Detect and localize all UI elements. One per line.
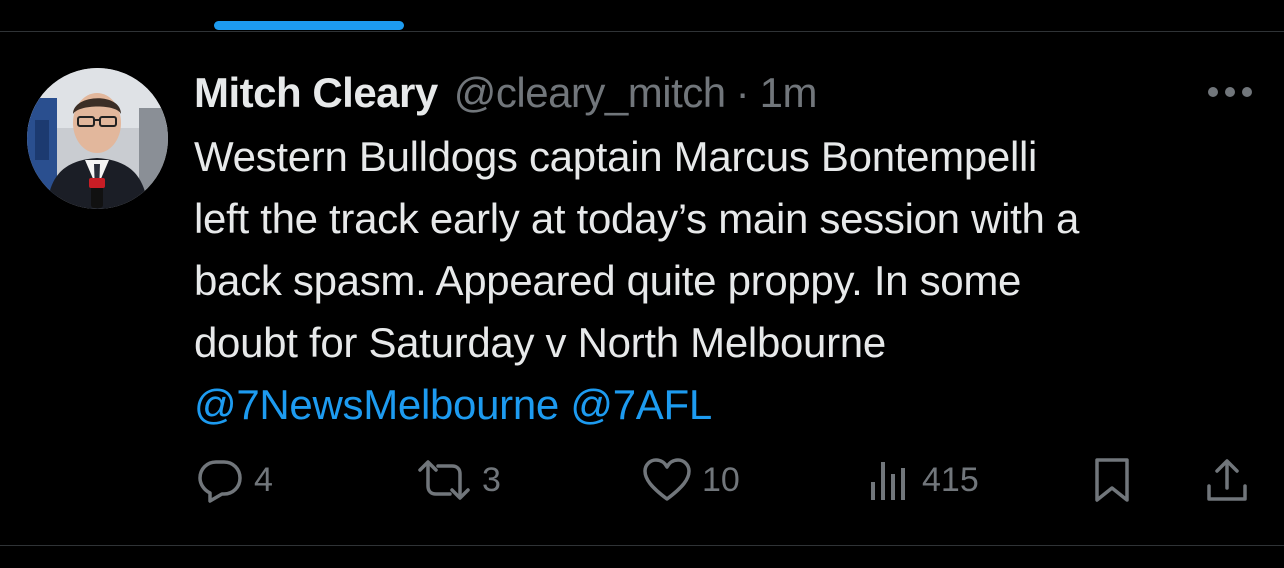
tweet-actions: 4 3 10 415: [0, 452, 1284, 508]
tweet-text-line: back spasm. Appeared quite proppy. In so…: [194, 257, 1022, 304]
header-separator: ·: [735, 69, 750, 116]
mention-separator: [559, 381, 570, 428]
heart-icon: [643, 458, 691, 501]
retweet-count: 3: [482, 460, 501, 499]
author-name[interactable]: Mitch Cleary: [194, 69, 438, 117]
more-options-button[interactable]: [1206, 84, 1254, 100]
tweet-mentions-line: @7NewsMelbourne @7AFL: [194, 374, 1264, 436]
like-count: 10: [702, 460, 740, 499]
share-icon: [1207, 459, 1247, 501]
share-button[interactable]: [1204, 452, 1250, 508]
more-dots-icon: [1208, 87, 1252, 97]
retweet-icon: [418, 460, 470, 500]
tweet-text-line: left the track early at today’s main ses…: [194, 195, 1080, 242]
views-button[interactable]: 415: [868, 452, 979, 508]
like-button[interactable]: 10: [642, 452, 740, 508]
bookmark-icon: [1095, 458, 1129, 502]
avatar-photo: [27, 68, 168, 209]
reply-button[interactable]: 4: [196, 452, 273, 508]
views-icon: [871, 462, 905, 500]
tweet-timestamp[interactable]: 1m: [760, 69, 818, 117]
tab-strip: [0, 0, 1284, 32]
mention-link-7newsmelbourne[interactable]: @7NewsMelbourne: [194, 381, 559, 428]
tweet-text-line: doubt for Saturday v North Melbourne: [194, 319, 886, 366]
author-handle[interactable]: @cleary_mitch: [454, 69, 726, 117]
mention-link-7afl[interactable]: @7AFL: [570, 381, 712, 428]
bookmark-button[interactable]: [1092, 452, 1132, 508]
views-count: 415: [922, 460, 979, 499]
retweet-button[interactable]: 3: [416, 452, 501, 508]
avatar[interactable]: [27, 68, 168, 209]
active-tab-indicator: [214, 21, 404, 30]
reply-icon: [198, 460, 242, 503]
tweet-header: Mitch Cleary @cleary_mitch · 1m: [194, 68, 817, 118]
tweet[interactable]: Mitch Cleary @cleary_mitch · 1m Western …: [0, 32, 1284, 546]
tweet-text: Western Bulldogs captain Marcus Bontempe…: [194, 126, 1264, 436]
reply-count: 4: [254, 460, 273, 499]
tweet-text-line: Western Bulldogs captain Marcus Bontempe…: [194, 133, 1038, 180]
